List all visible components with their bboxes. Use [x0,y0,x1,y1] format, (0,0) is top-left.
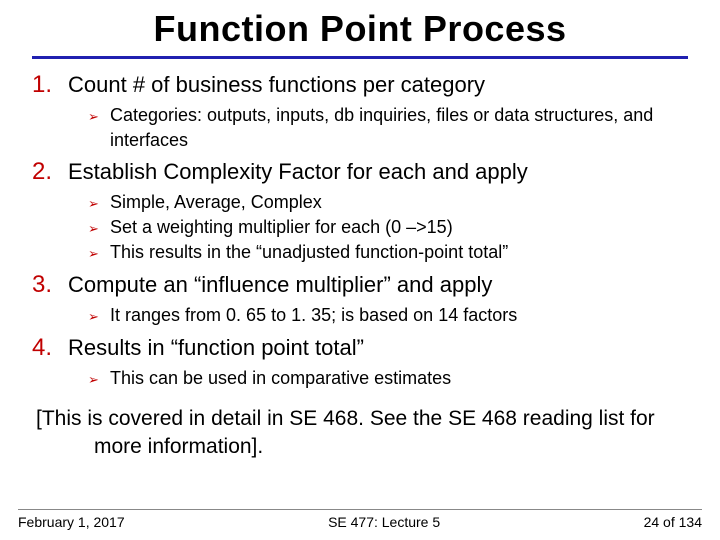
footer-page: 24 of 134 [644,514,702,530]
sub-item: ➢ Simple, Average, Complex [88,190,688,215]
sub-text: It ranges from 0. 65 to 1. 35; is based … [110,303,517,327]
sub-list: ➢ This can be used in comparative estima… [32,366,688,391]
page-current: 24 [644,514,660,530]
sub-text: Set a weighting multiplier for each (0 –… [110,215,453,239]
item-text: Compute an “influence multiplier” and ap… [68,270,492,300]
item-text: Count # of business functions per catego… [68,70,485,100]
chevron-icon: ➢ [88,107,110,128]
closing-note: [This is covered in detail in SE 468. Se… [32,405,688,462]
list-item: 3 Compute an “influence multiplier” and … [32,269,688,328]
chevron-icon: ➢ [88,244,110,265]
sub-item: ➢ Categories: outputs, inputs, db inquir… [88,103,688,152]
list-item: 1 Count # of business functions per cate… [32,69,688,152]
sub-text: This results in the “unadjusted function… [110,240,508,264]
title-rule [32,56,688,59]
chevron-icon: ➢ [88,370,110,391]
item-number: 3 [32,269,62,301]
content-area: 1 Count # of business functions per cate… [32,69,688,462]
sub-list: ➢ Simple, Average, Complex ➢ Set a weigh… [32,190,688,264]
footer-row: February 1, 2017 SE 477: Lecture 5 24 of… [18,514,702,530]
closing-text: [This is covered in detail in SE 468. Se… [36,405,684,462]
item-text: Results in “function point total” [68,333,364,363]
slide-title: Function Point Process [32,8,688,50]
slide: Function Point Process 1 Count # of busi… [0,0,720,540]
list-item: 2 Establish Complexity Factor for each a… [32,156,688,265]
footer: February 1, 2017 SE 477: Lecture 5 24 of… [0,509,720,530]
chevron-icon: ➢ [88,307,110,328]
sub-text: Categories: outputs, inputs, db inquirie… [110,103,688,152]
footer-center: SE 477: Lecture 5 [328,514,440,530]
item-number: 1 [32,69,62,101]
sub-item: ➢ Set a weighting multiplier for each (0… [88,215,688,240]
item-text: Establish Complexity Factor for each and… [68,157,528,187]
sub-text: This can be used in comparative estimate… [110,366,451,390]
list-item: 4 Results in “function point total” ➢ Th… [32,332,688,391]
sub-item: ➢ This results in the “unadjusted functi… [88,240,688,265]
footer-rule [18,509,702,510]
main-list: 1 Count # of business functions per cate… [32,69,688,391]
item-number: 2 [32,156,62,188]
chevron-icon: ➢ [88,219,110,240]
chevron-icon: ➢ [88,194,110,215]
item-number: 4 [32,332,62,364]
footer-date: February 1, 2017 [18,514,125,530]
sub-item: ➢ This can be used in comparative estima… [88,366,688,391]
sub-item: ➢ It ranges from 0. 65 to 1. 35; is base… [88,303,688,328]
sub-list: ➢ It ranges from 0. 65 to 1. 35; is base… [32,303,688,328]
sub-text: Simple, Average, Complex [110,190,322,214]
sub-list: ➢ Categories: outputs, inputs, db inquir… [32,103,688,152]
page-total: 134 [679,514,702,530]
page-sep: of [659,514,678,530]
